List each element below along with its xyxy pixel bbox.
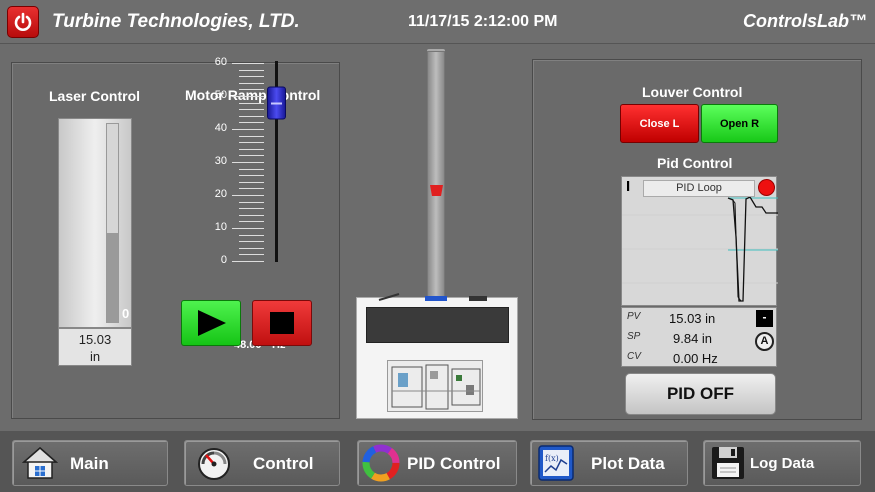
nav-pid-control-label: PID Control (407, 454, 501, 473)
scale-tick (239, 82, 264, 84)
pid-auto-button[interactable]: A (755, 332, 774, 351)
cv-label: CV (627, 351, 641, 362)
scale-tick (239, 188, 264, 190)
scale-tick (232, 195, 264, 196)
scale-tick (239, 76, 264, 78)
left-control-panel: Laser Control Motor Ramp Control 0 15.03… (11, 62, 340, 419)
pid-minus-button[interactable]: - (756, 310, 773, 327)
svg-text:f(x): f(x) (545, 454, 559, 463)
scale-tick-label: 10 (214, 221, 227, 233)
scale-tick (232, 228, 264, 229)
pid-loop-label: PID Loop (643, 180, 755, 197)
scale-tick (232, 162, 264, 163)
laser-level-fill (107, 232, 118, 322)
datetime-display: 11/17/15 2:12:00 PM (408, 13, 558, 30)
nav-plot-data-button[interactable]: f(x) Plot Data (530, 440, 688, 486)
pid-cursor-icon: I (626, 178, 631, 195)
scale-tick (239, 168, 264, 170)
apparatus-top-icon (378, 293, 487, 301)
scale-tick (239, 148, 264, 150)
nav-plot-data-label: Plot Data (591, 454, 665, 473)
nav-main-button[interactable]: Main (12, 440, 168, 486)
gauge-icon (198, 448, 230, 480)
laser-value: 15.03 (78, 332, 112, 347)
home-icon (22, 447, 58, 479)
tube-float-indicator (430, 185, 443, 196)
motor-start-button[interactable] (181, 300, 241, 346)
scale-tick (232, 261, 264, 262)
floppy-disk-icon (712, 447, 744, 479)
scale-tick (239, 221, 264, 223)
header-bar: Turbine Technologies, LTD. 11/17/15 2:12… (0, 0, 875, 44)
nav-pid-control-button[interactable]: PID Control (357, 440, 517, 486)
pv-label: PV (627, 311, 641, 322)
laser-level-track (106, 123, 119, 323)
company-name: Turbine Technologies, LTD. (52, 11, 300, 32)
scale-tick (239, 109, 264, 111)
plot-icon: f(x) (538, 445, 574, 481)
scale-tick (239, 214, 264, 216)
pid-off-button[interactable]: PID OFF (625, 373, 776, 415)
scale-tick-label: 60 (214, 56, 227, 68)
sp-label: SP (627, 331, 641, 342)
scale-tick (239, 247, 264, 249)
louver-control-title: Louver Control (642, 84, 743, 100)
scale-tick-label: 20 (214, 188, 227, 200)
scale-tick (239, 89, 264, 91)
motor-stop-button[interactable] (252, 300, 312, 346)
scale-tick (239, 102, 264, 104)
air-tube (427, 51, 445, 301)
scale-tick (239, 142, 264, 144)
louver-close-button[interactable]: Close L (620, 104, 699, 143)
power-button[interactable] (7, 6, 39, 38)
scale-tick (239, 69, 264, 71)
scale-tick (239, 155, 264, 157)
nav-log-data-button[interactable]: Log Data (703, 440, 861, 486)
cv-value: 0.00 Hz (673, 351, 718, 366)
scale-tick (239, 122, 264, 124)
pid-readout-box: PV 15.03 in SP 9.84 in CV 0.00 Hz (621, 307, 777, 367)
scale-tick (232, 63, 264, 64)
stop-icon (270, 312, 294, 334)
nav-control-button[interactable]: Control (184, 440, 340, 486)
nav-control-label: Control (253, 454, 314, 473)
scale-tick (239, 181, 264, 183)
louver-open-button[interactable]: Open R (701, 104, 778, 143)
scale-tick-label: 0 (220, 254, 227, 266)
pv-value: 15.03 in (669, 311, 716, 326)
nav-main-label: Main (70, 454, 109, 473)
power-icon (14, 12, 32, 31)
motor-ramp-scale: 60 50 40 30 20 10 0 (205, 56, 265, 266)
scale-tick (239, 241, 264, 243)
scale-tick (239, 201, 264, 203)
scale-tick (239, 115, 264, 117)
laser-gauge: 0 (58, 118, 132, 328)
motor-slider-knob[interactable] (267, 86, 286, 120)
sp-value: 9.84 in (673, 331, 713, 346)
pid-status-indicator[interactable] (758, 179, 775, 196)
scale-tick-label: 30 (214, 155, 227, 167)
pid-control-title: Pid Control (657, 155, 733, 171)
apparatus-display (366, 307, 509, 343)
color-wheel-icon (362, 444, 400, 482)
nav-log-data-label: Log Data (750, 455, 815, 472)
scale-tick (232, 129, 264, 130)
apparatus-schematic (387, 360, 483, 412)
schematic-icon (391, 364, 481, 410)
scale-tick (239, 135, 264, 137)
scale-tick-label: 40 (214, 122, 227, 134)
scale-tick-label: 50 (214, 89, 227, 101)
laser-readout: 15.03 in (58, 328, 132, 366)
laser-zero-label: 0 (122, 306, 130, 321)
apparatus-image (356, 293, 518, 419)
scale-tick (239, 234, 264, 236)
scale-tick (239, 254, 264, 256)
play-icon (198, 310, 226, 336)
brand-name: ControlsLab™ (743, 11, 867, 31)
laser-control-title: Laser Control (49, 88, 141, 104)
scale-tick (239, 175, 264, 177)
laser-unit: in (89, 349, 101, 364)
scale-tick (232, 96, 264, 97)
scale-tick (239, 208, 264, 210)
